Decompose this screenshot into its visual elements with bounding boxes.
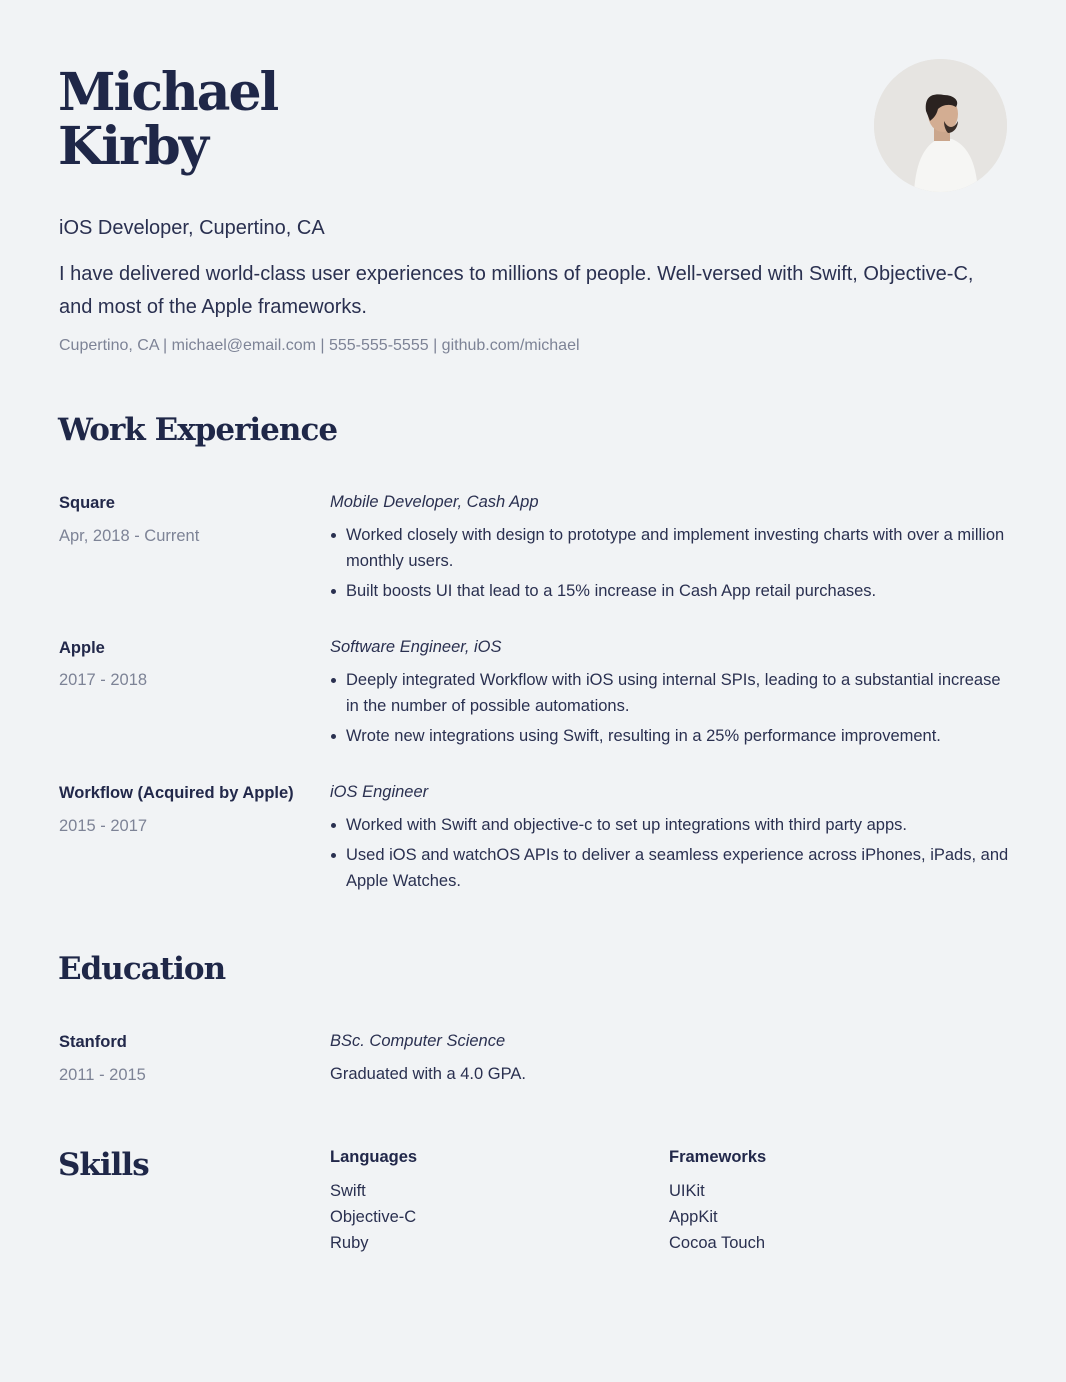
job-bullets: Worked with Swift and objective-c to set… — [330, 812, 1010, 898]
company-name: Square — [59, 494, 115, 512]
bullet-item: Used iOS and watchOS APIs to deliver a s… — [330, 842, 1010, 894]
bullet-item: Built boosts UI that lead to a 15% incre… — [330, 578, 1010, 604]
job-bullets: Worked closely with design to prototype … — [330, 522, 1010, 608]
frameworks-heading: Frameworks — [669, 1148, 767, 1166]
skill-item: Cocoa Touch — [669, 1234, 766, 1252]
languages-heading: Languages — [330, 1148, 418, 1166]
first-name: Michael — [58, 62, 279, 123]
skills-title: Skills — [58, 1147, 150, 1183]
company-name: Workflow (Acquired by Apple) — [59, 784, 294, 802]
bullet-item: Deeply integrated Workflow with iOS usin… — [330, 667, 1010, 719]
summary: I have delivered world-class user experi… — [59, 263, 974, 318]
avatar — [874, 59, 1007, 192]
job-role: iOS Engineer — [330, 783, 429, 801]
job-dates: 2015 - 2017 — [59, 817, 148, 835]
education-title: Education — [58, 951, 226, 987]
skill-item: Ruby — [330, 1234, 369, 1252]
work-experience-title: Work Experience — [58, 412, 338, 448]
bullet-item: Wrote new integrations using Swift, resu… — [330, 723, 1010, 749]
education-detail: Graduated with a 4.0 GPA. — [330, 1065, 526, 1083]
education-dates: 2011 - 2015 — [59, 1066, 146, 1084]
job-bullets: Deeply integrated Workflow with iOS usin… — [330, 667, 1010, 753]
resume-page: Michael Kirby iOS Developer, Cupertino, … — [0, 0, 1066, 1382]
company-name: Apple — [59, 639, 105, 657]
headline: iOS Developer, Cupertino, CA — [59, 217, 325, 239]
job-role: Software Engineer, iOS — [330, 638, 502, 656]
skill-item: Swift — [330, 1182, 366, 1200]
candidate-name: Michael Kirby — [58, 62, 279, 177]
school-name: Stanford — [59, 1033, 127, 1051]
job-dates: 2017 - 2018 — [59, 671, 148, 689]
degree: BSc. Computer Science — [330, 1032, 506, 1050]
skill-item: Objective-C — [330, 1208, 417, 1226]
bullet-item: Worked with Swift and objective-c to set… — [330, 812, 1010, 838]
skill-item: AppKit — [669, 1208, 718, 1226]
contact-info: Cupertino, CA | michael@email.com | 555-… — [59, 337, 580, 354]
languages-list: Swift Objective-C Ruby — [330, 1178, 416, 1256]
bullet-item: Worked closely with design to prototype … — [330, 522, 1010, 574]
job-role: Mobile Developer, Cash App — [330, 493, 539, 511]
job-dates: Apr, 2018 - Current — [59, 527, 200, 545]
frameworks-list: UIKit AppKit Cocoa Touch — [669, 1178, 765, 1256]
last-name: Kirby — [58, 116, 209, 177]
skill-item: UIKit — [669, 1182, 705, 1200]
profile-photo-icon — [874, 59, 1007, 192]
